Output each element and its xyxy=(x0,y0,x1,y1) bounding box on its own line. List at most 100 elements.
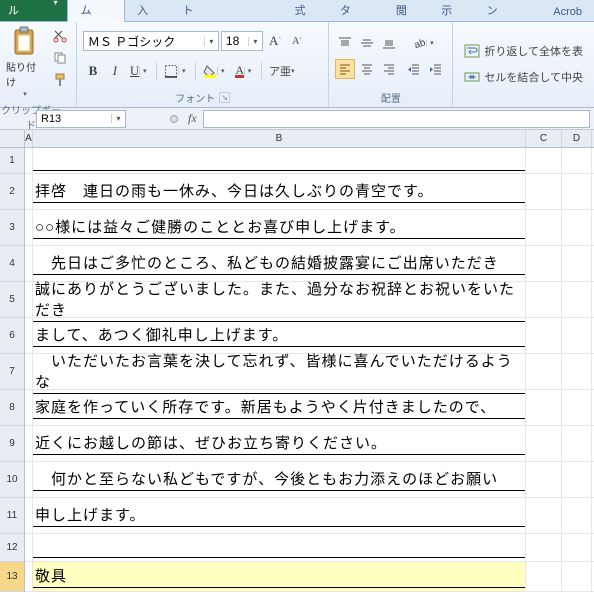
align-left-button[interactable] xyxy=(335,59,355,79)
name-box-input[interactable] xyxy=(37,113,111,125)
orientation-button[interactable]: ab▾ xyxy=(409,33,439,53)
font-color-button[interactable]: A ▾ xyxy=(232,61,257,81)
cell[interactable] xyxy=(526,498,562,533)
cell[interactable] xyxy=(562,282,592,317)
tab-data[interactable]: データ xyxy=(328,0,384,21)
cell[interactable] xyxy=(562,534,592,561)
tab-acrobat[interactable]: Acrob xyxy=(541,3,594,21)
wrap-text-button[interactable]: 折り返して全体を表 xyxy=(459,40,588,62)
chevron-down-icon[interactable]: ▾ xyxy=(111,114,125,123)
cell[interactable] xyxy=(25,426,33,461)
cell[interactable] xyxy=(33,534,526,561)
bold-button[interactable]: B xyxy=(83,61,103,81)
cell[interactable] xyxy=(562,210,592,245)
cell[interactable] xyxy=(526,174,562,209)
cell[interactable] xyxy=(25,354,33,389)
cell[interactable]: ○○様には益々ご健勝のこととお喜び申し上げます。 xyxy=(33,210,526,245)
col-header-b[interactable]: B xyxy=(33,130,526,147)
chevron-down-icon[interactable]: ▾ xyxy=(217,67,227,75)
row-header[interactable]: 4 xyxy=(0,246,24,282)
cell[interactable]: 拝啓 連日の雨も一休み、今日は久しぶりの青空です。 xyxy=(33,174,526,209)
align-right-button[interactable] xyxy=(379,59,399,79)
tab-review[interactable]: 校閲 xyxy=(384,0,429,21)
shrink-font-button[interactable]: Aˇ xyxy=(287,31,307,51)
chevron-down-icon[interactable]: ▾ xyxy=(139,67,149,75)
fx-icon[interactable]: fx xyxy=(188,111,197,126)
cell[interactable] xyxy=(526,390,562,425)
cell[interactable] xyxy=(562,426,592,461)
cell[interactable]: 近くにお越しの節は、ぜひお立ち寄りください。 xyxy=(33,426,526,461)
cell[interactable]: 申し上げます。 xyxy=(33,498,526,533)
cell[interactable] xyxy=(526,210,562,245)
cell[interactable] xyxy=(25,534,33,561)
grow-font-button[interactable]: Aˆ xyxy=(265,31,285,51)
font-size-input[interactable] xyxy=(222,34,248,48)
cell[interactable] xyxy=(526,562,562,591)
cut-button[interactable] xyxy=(50,26,70,46)
cell[interactable] xyxy=(562,498,592,533)
tab-view[interactable]: 表示 xyxy=(429,0,474,21)
cell[interactable] xyxy=(33,148,526,173)
cell[interactable] xyxy=(526,534,562,561)
tab-insert[interactable]: 挿入 xyxy=(125,0,170,21)
tab-formulas[interactable]: 数式 xyxy=(283,0,328,21)
font-name-combo[interactable]: ▾ xyxy=(83,31,219,51)
increase-indent-button[interactable] xyxy=(426,59,446,79)
chevron-down-icon[interactable]: ▾ xyxy=(204,37,218,46)
format-painter-button[interactable] xyxy=(50,70,70,90)
cell[interactable]: 先日はご多忙のところ、私どもの結婚披露宴にご出席いただき xyxy=(33,246,526,281)
row-header[interactable]: 7 xyxy=(0,354,24,390)
cell[interactable]: 敬具 xyxy=(33,562,526,591)
cell[interactable] xyxy=(562,354,592,389)
cell[interactable] xyxy=(25,282,33,317)
align-center-button[interactable] xyxy=(357,59,377,79)
cell[interactable]: 何かと至らない私どもですが、今後ともお力添えのほどお願い xyxy=(33,462,526,497)
decrease-indent-button[interactable] xyxy=(404,59,424,79)
cell[interactable] xyxy=(562,174,592,209)
col-header-a[interactable]: A xyxy=(25,130,33,147)
cells-area[interactable]: 拝啓 連日の雨も一休み、今日は久しぶりの青空です。○○様には益々ご健勝のこととお… xyxy=(25,148,594,592)
cell[interactable] xyxy=(526,148,562,173)
cell[interactable] xyxy=(25,210,33,245)
align-middle-button[interactable] xyxy=(357,33,377,53)
cell[interactable]: 家庭を作っていく所存です。新居もようやく片付きましたので、 xyxy=(33,390,526,425)
cell[interactable] xyxy=(526,318,562,353)
formula-bar[interactable] xyxy=(203,110,590,128)
underline-button[interactable]: U▾ xyxy=(127,61,152,81)
chevron-down-icon[interactable]: ▾ xyxy=(244,67,254,75)
row-header[interactable]: 8 xyxy=(0,390,24,426)
row-header[interactable]: 6 xyxy=(0,318,24,354)
cell[interactable] xyxy=(25,498,33,533)
row-header[interactable]: 2 xyxy=(0,174,24,210)
align-bottom-button[interactable] xyxy=(379,33,399,53)
italic-button[interactable]: I xyxy=(105,61,125,81)
cell[interactable] xyxy=(25,462,33,497)
name-box[interactable]: ▾ xyxy=(36,110,126,128)
chevron-down-icon[interactable]: ▾ xyxy=(426,39,436,47)
row-header[interactable]: 13 xyxy=(0,562,24,592)
cell[interactable]: まして、あつく御礼申し上げます。 xyxy=(33,318,526,353)
row-header[interactable]: 11 xyxy=(0,498,24,534)
select-all-corner[interactable] xyxy=(0,130,24,148)
tab-pagelayout[interactable]: ページ レイアウト xyxy=(170,0,282,21)
dialog-launcher-icon[interactable]: ↘ xyxy=(219,92,230,103)
cell[interactable] xyxy=(25,562,33,591)
cell[interactable] xyxy=(562,318,592,353)
dropdown-handle[interactable] xyxy=(166,111,182,127)
tab-addins[interactable]: アドイン xyxy=(475,0,542,21)
cell[interactable] xyxy=(25,390,33,425)
cell[interactable] xyxy=(25,148,33,173)
cell[interactable] xyxy=(562,462,592,497)
row-header[interactable]: 10 xyxy=(0,462,24,498)
row-header[interactable]: 3 xyxy=(0,210,24,246)
chevron-down-icon[interactable]: ▾ xyxy=(248,37,262,46)
cell[interactable] xyxy=(562,148,592,173)
fill-color-button[interactable]: ▾ xyxy=(200,61,230,81)
font-name-input[interactable] xyxy=(84,34,204,48)
tab-home[interactable]: ホーム xyxy=(67,0,125,22)
chevron-down-icon[interactable]: ▾ xyxy=(178,67,188,75)
phonetic-button[interactable]: ア亜▾ xyxy=(266,61,298,81)
cell[interactable] xyxy=(25,174,33,209)
row-header[interactable]: 9 xyxy=(0,426,24,462)
col-header-d[interactable]: D xyxy=(562,130,592,147)
